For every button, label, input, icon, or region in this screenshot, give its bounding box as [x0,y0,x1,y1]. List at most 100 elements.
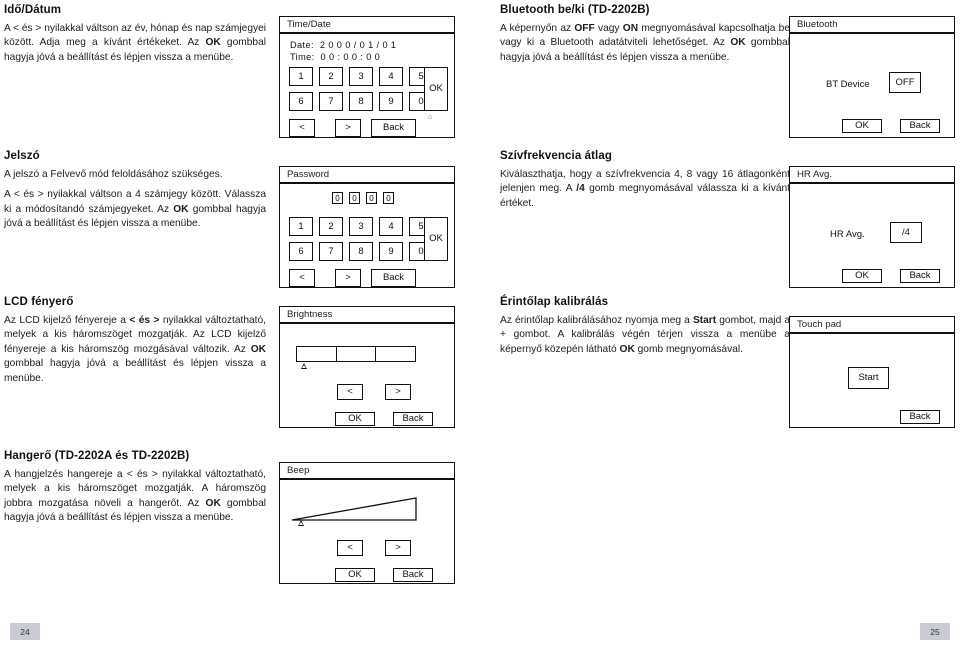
hr-body-div4: /4 [576,183,585,195]
password-digit-3[interactable]: 0 [366,192,377,204]
lcd-body-ok: OK [250,343,266,355]
beep-body-ok: OK [205,497,221,509]
section-beep-body: A hangjelzés hangereje a < és > nyilakka… [4,468,266,526]
hr-back-button[interactable]: Back [900,269,940,283]
page-number-left: 24 [10,623,40,640]
section-bluetooth-text: Bluetooth be/ki (TD-2202B) A képernyőn a… [500,4,790,71]
pw-key-1[interactable]: 1 [289,217,313,236]
screen-hr-avg-title: HR Avg. [790,167,954,184]
brightness-ok-button[interactable]: OK [335,412,375,426]
pw-prev-button[interactable]: < [289,269,315,287]
pw-key-9[interactable]: 9 [379,242,403,261]
section-touchpad-title: Érintőlap kalibrálás [500,296,609,308]
key-7[interactable]: 7 [319,92,343,111]
screen-touchpad: Touch pad Start Back [789,316,955,428]
beep-back-button[interactable]: Back [393,568,433,582]
password-digit-1[interactable]: 0 [332,192,343,204]
bt-body-ok: OK [730,37,746,49]
volume-marker-icon [298,520,304,526]
screen-touchpad-title: Touch pad [790,317,954,334]
key-3[interactable]: 3 [349,67,373,86]
hr-avg-value-button[interactable]: /4 [890,222,922,243]
brightness-next-button[interactable]: > [385,384,411,400]
key-9[interactable]: 9 [379,92,403,111]
hr-avg-label: HR Avg. [830,229,865,240]
screen-brightness-title: Brightness [280,307,454,324]
bt-body-p1: A képernyőn az [500,23,575,34]
section-hr-avg-body: Kiválaszthatja, hogy a szívfrekvencia 4,… [500,168,790,211]
ok-button[interactable]: OK [424,67,448,111]
date-label: Date: [290,40,314,50]
prev-button[interactable]: < [289,119,315,137]
pw-key-2[interactable]: 2 [319,217,343,236]
hr-ok-button[interactable]: OK [842,269,882,283]
pw-key-6[interactable]: 6 [289,242,313,261]
screen-password: Password 0 0 0 0 1 2 3 4 5 6 7 8 9 0 OK … [279,166,455,288]
beep-prev-button[interactable]: < [337,540,363,556]
pw-key-8[interactable]: 8 [349,242,373,261]
back-button[interactable]: Back [371,119,416,137]
section-password-text: Jelszó A jelszó a Felvevő mód feloldásáh… [4,150,266,238]
pw-key-4[interactable]: 4 [379,217,403,236]
time-label: Time: [290,52,315,62]
screen-time-date-body: Date: 2 0 0 0 / 0 1 / 0 1 Time: 0 0 : 0 … [280,34,454,137]
brightness-segment-2[interactable] [337,347,377,361]
screen-password-body: 0 0 0 0 1 2 3 4 5 6 7 8 9 0 OK < > Back [280,184,454,287]
section-hr-avg-text: Szívfrekvencia átlag Kiválaszthatja, hog… [500,150,790,217]
key-8[interactable]: 8 [349,92,373,111]
page-number-right: 25 [920,623,950,640]
pw-back-button[interactable]: Back [371,269,416,287]
key-1[interactable]: 1 [289,67,313,86]
bt-ok-button[interactable]: OK [842,119,882,133]
screen-hr-avg-body: HR Avg. /4 OK Back [790,184,954,285]
pw-next-button[interactable]: > [335,269,361,287]
tp-body-start: Start [692,315,717,326]
pw-key-7[interactable]: 7 [319,242,343,261]
tp-body-p1: Az érintőlap kalibrálásához nyomja meg a [500,315,693,326]
next-button[interactable]: > [335,119,361,137]
pw-ok-button[interactable]: OK [424,217,448,261]
brightness-back-button[interactable]: Back [393,412,433,426]
time-date-body-bold: OK [205,37,221,49]
time-value: 0 0 : 0 0 : 0 0 [320,52,381,62]
beep-ok-button[interactable]: OK [335,568,375,582]
key-2[interactable]: 2 [319,67,343,86]
screen-beep: Beep < > OK Back [279,462,455,584]
screen-beep-title: Beep [280,463,454,480]
pointer-icon: ⌂ [428,114,433,121]
password-digit-4[interactable]: 0 [383,192,394,204]
section-touchpad-body: Az érintőlap kalibrálásához nyomja meg a… [500,314,790,357]
screen-hr-avg: HR Avg. HR Avg. /4 OK Back [789,166,955,288]
key-4[interactable]: 4 [379,67,403,86]
bt-back-button[interactable]: Back [900,119,940,133]
screen-password-title: Password [280,167,454,184]
screen-touchpad-body: Start Back [790,334,954,425]
brightness-marker-icon [301,363,307,369]
bt-body-p2: vagy [594,23,623,34]
bt-body-on: ON [622,23,639,34]
touchpad-back-button[interactable]: Back [900,410,940,424]
brightness-segment-1[interactable] [297,347,337,361]
lcd-body-p3: gombbal hagyja jóvá a beállítást és lépj… [4,358,266,384]
date-row: Date: 2 0 0 0 / 0 1 / 0 1 [290,40,396,50]
section-time-date-title: Idő/Dátum [4,4,62,16]
key-6[interactable]: 6 [289,92,313,111]
time-row: Time: 0 0 : 0 0 : 0 0 [290,52,380,62]
brightness-slider[interactable] [296,346,416,362]
bt-device-toggle[interactable]: OFF [889,72,921,93]
tp-body-ok: OK [619,343,635,355]
volume-wedge-icon [291,497,417,521]
pw-body-ok: OK [173,203,189,215]
beep-next-button[interactable]: > [385,540,411,556]
screen-brightness: Brightness < > OK Back [279,306,455,428]
password-digit-2[interactable]: 0 [349,192,360,204]
touchpad-start-button[interactable]: Start [848,367,889,389]
lcd-body-arrows: < és > [129,315,160,326]
brightness-prev-button[interactable]: < [337,384,363,400]
section-password-title: Jelszó [4,150,40,162]
pw-key-3[interactable]: 3 [349,217,373,236]
bt-device-label: BT Device [826,79,870,90]
lcd-body-p1: Az LCD kijelző fényereje a [4,315,130,326]
section-bluetooth-body: A képernyőn az OFF vagy ON megnyomásával… [500,22,790,65]
brightness-segment-3[interactable] [376,347,415,361]
